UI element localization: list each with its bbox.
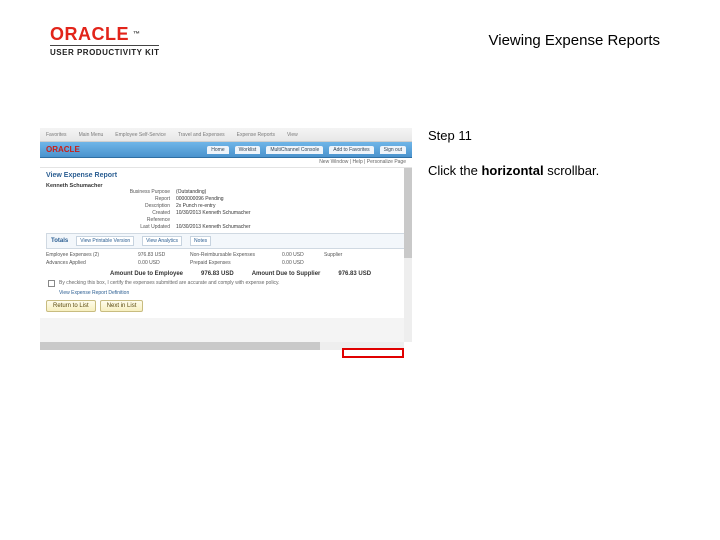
table-row: Advances Applied 0.00 USD Prepaid Expens… [46,259,406,267]
totals-table: Employee Expenses (2) 976.83 USD Non-Rei… [46,251,406,267]
header-links: Home Worklist MultiChannel Console Add t… [207,146,406,154]
breadcrumb-item[interactable]: Employee Self-Service [115,132,166,138]
cell: 0.00 USD [138,260,188,266]
field-label: Created [50,210,170,216]
empty-area [40,318,404,342]
cell: Employee Expenses (2) [46,252,136,258]
field-value: 10/30/2013 Kenneth Schumacher [176,224,402,230]
cell: 0.00 USD [282,252,322,258]
field-label: Report [50,196,170,202]
view-printable-button[interactable]: View Printable Version [76,236,134,246]
cell: 976.83 USD [138,252,188,258]
oracle-logo: ORACLE ™ [50,24,159,45]
vertical-scroll-thumb[interactable] [404,168,412,258]
cell: Prepaid Expenses [190,260,280,266]
cell: Supplier [324,252,384,258]
certify-checkbox[interactable] [48,280,55,287]
header-link[interactable]: Add to Favorites [329,146,373,154]
app-logo: ORACLE [46,145,80,154]
due-employee-value: 976.83 USD [201,271,234,277]
embedded-screenshot: Favorites Main Menu Employee Self-Servic… [40,128,412,358]
header-link[interactable]: Sign out [380,146,406,154]
instruction-text: Click the horizontal scrollbar. [428,163,678,178]
cell: Non-Reimbursable Expenses [190,252,280,258]
field-label: Description [50,203,170,209]
page-title: Viewing Expense Reports [489,32,661,49]
trademark-symbol: ™ [133,31,141,38]
field-label: Last Updated [50,224,170,230]
due-employee-label: Amount Due to Employee [110,271,183,277]
header-link[interactable]: Worklist [235,146,261,154]
amount-summary: Amount Due to Employee 976.83 USD Amount… [110,271,412,277]
nav-button-row: Return to List Next in List [46,300,406,312]
breadcrumb-item[interactable]: Main Menu [79,132,104,138]
oracle-logo-subtitle: USER PRODUCTIVITY KIT [50,45,159,57]
notes-button[interactable]: Notes [190,236,211,246]
table-row: Employee Expenses (2) 976.83 USD Non-Rei… [46,251,406,259]
breadcrumb-item[interactable]: View [287,132,298,138]
field-value [176,217,402,223]
brand-block: ORACLE ™ USER PRODUCTIVITY KIT [50,24,159,57]
due-supplier-value: 976.83 USD [338,271,371,277]
definition-link[interactable]: View Expense Report Definition [59,290,129,296]
cell [324,260,384,266]
field-value: (Outstanding) [176,189,402,195]
breadcrumb-item[interactable]: Expense Reports [237,132,275,138]
breadcrumb-item[interactable]: Travel and Expenses [178,132,225,138]
breadcrumb-item[interactable]: Favorites [46,132,67,138]
section-heading: View Expense Report [40,168,412,181]
employee-name: Kenneth Schumacher [40,181,412,189]
page-root: ORACLE ™ USER PRODUCTIVITY KIT Viewing Ex… [0,0,720,540]
instruction-panel: Step 11 Click the horizontal scrollbar. [428,128,678,178]
step-number: Step 11 [428,128,678,143]
header-link[interactable]: Home [207,146,228,154]
horizontal-scrollbar[interactable] [40,342,404,350]
oracle-logo-text: ORACLE [50,24,129,45]
utility-links[interactable]: New Window | Help | Personalize Page [40,158,412,168]
vertical-scrollbar[interactable] [404,168,412,342]
certify-line: By checking this box, I certify the expe… [48,280,404,287]
instruction-suffix: scrollbar. [544,163,600,178]
header-fields: Business Purpose (Outstanding) Report 0000… [40,189,412,230]
totals-bar: Totals View Printable Version View Analy… [46,233,406,249]
instruction-bold: horizontal [481,163,543,178]
cell: 0.00 USD [282,260,322,266]
instruction-prefix: Click the [428,163,481,178]
field-label: Reference [50,217,170,223]
field-value: 0000000096 Pending [176,196,402,202]
cell: Advances Applied [46,260,136,266]
header-link[interactable]: MultiChannel Console [266,146,323,154]
field-value: 2x Punch re-entry [176,203,402,209]
due-supplier-label: Amount Due to Supplier [252,271,321,277]
breadcrumb-bar: Favorites Main Menu Employee Self-Servic… [40,128,412,142]
app-header-bar: ORACLE Home Worklist MultiChannel Consol… [40,142,412,158]
totals-label: Totals [51,238,68,244]
return-button[interactable]: Return to List [46,300,96,312]
report-body: View Expense Report Kenneth Schumacher B… [40,168,412,350]
field-value: 10/30/2013 Kenneth Schumacher [176,210,402,216]
definition-link-row: View Expense Report Definition [48,290,404,296]
horizontal-scroll-thumb[interactable] [40,342,320,350]
field-label: Business Purpose [50,189,170,195]
view-analytics-button[interactable]: View Analytics [142,236,182,246]
next-button[interactable]: Next in List [100,300,144,312]
certify-text: By checking this box, I certify the expe… [59,280,280,286]
